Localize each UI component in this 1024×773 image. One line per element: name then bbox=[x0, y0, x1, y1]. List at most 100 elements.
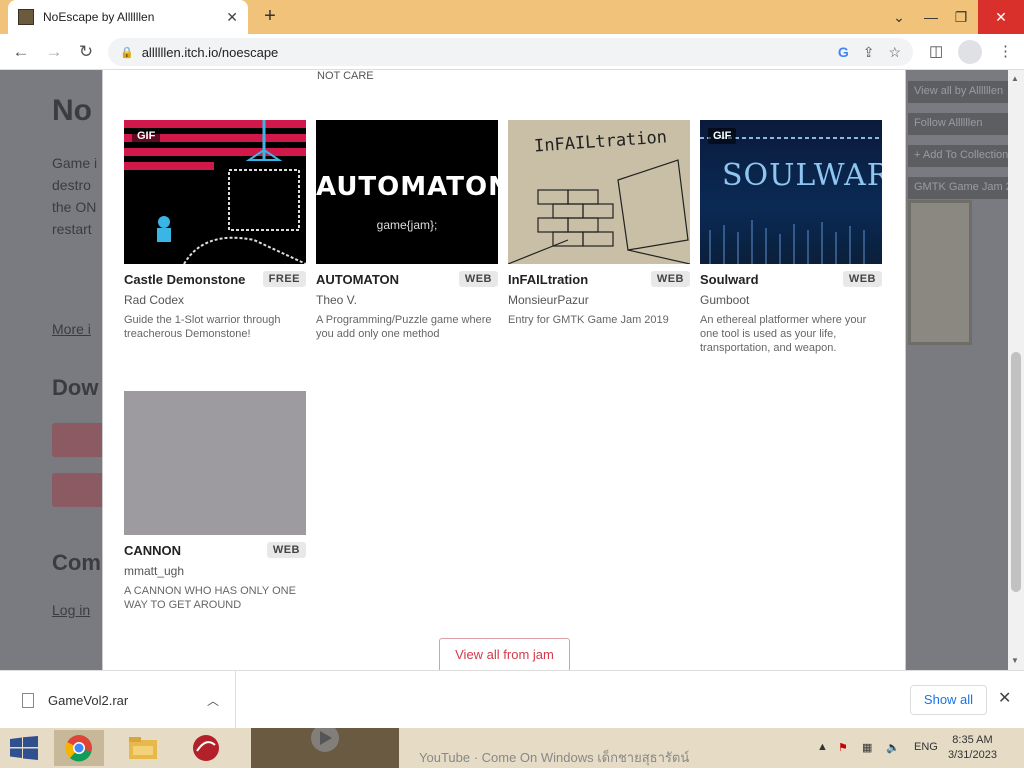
page-title-fragment: No bbox=[52, 94, 92, 127]
game-description: A CANNON WHO HAS ONLY ONE WAY TO GET ARO… bbox=[124, 585, 296, 611]
tray-expand-icon[interactable]: ▲ bbox=[817, 741, 828, 753]
tray-flag-icon[interactable]: ⚑ bbox=[838, 741, 848, 754]
tab-favicon-icon bbox=[18, 9, 34, 25]
close-download-bar-icon[interactable]: ✕ bbox=[998, 688, 1011, 708]
bookmark-star-icon[interactable]: ☆ bbox=[888, 44, 901, 61]
game-title[interactable]: InFAILtration bbox=[508, 272, 588, 287]
browser-toolbar: ← → ↻ 🔒 allllllen.itch.io/noescape G ⇪ ☆… bbox=[0, 34, 1024, 70]
app-red-taskbar-icon[interactable] bbox=[181, 730, 231, 766]
game-card[interactable]: CANNON WEB mmatt_ugh A CANNON WHO HAS ON… bbox=[124, 391, 306, 612]
game-author[interactable]: Rad Codex bbox=[124, 293, 306, 307]
game-title[interactable]: CANNON bbox=[124, 543, 181, 558]
download-button-dimmed bbox=[52, 423, 107, 457]
game-author[interactable]: MonsieurPazur bbox=[508, 293, 690, 307]
body-fragment: restart bbox=[52, 221, 92, 237]
file-icon bbox=[22, 692, 34, 708]
game-thumbnail[interactable] bbox=[124, 391, 306, 535]
gif-badge: GIF bbox=[132, 128, 161, 144]
file-explorer-taskbar-icon[interactable] bbox=[118, 730, 168, 766]
tray-volume-icon[interactable]: 🔈 bbox=[886, 741, 900, 754]
download-bar: GameVol2.rar ︿ Show all ✕ bbox=[0, 670, 1024, 729]
game-thumbnail[interactable]: SOULWARD GIF bbox=[700, 120, 882, 264]
profile-avatar[interactable] bbox=[958, 40, 982, 64]
gmtk-jam-logo: game{jam}; bbox=[376, 218, 438, 232]
soulward-logo: SOULWARD bbox=[722, 158, 882, 193]
previous-card-desc: NOT CARE bbox=[317, 70, 374, 82]
game-card[interactable]: GIF Castle Demonstone FREE Rad Codex Gui… bbox=[124, 120, 306, 341]
gif-badge: GIF bbox=[708, 128, 737, 144]
game-title[interactable]: Castle Demonstone bbox=[124, 272, 245, 287]
automaton-logo: AUTOMATON bbox=[316, 172, 498, 202]
game-author[interactable]: Theo V. bbox=[316, 293, 498, 307]
game-author[interactable]: Gumboot bbox=[700, 293, 882, 307]
game-author[interactable]: mmatt_ugh bbox=[124, 564, 306, 578]
google-icon[interactable]: G bbox=[838, 44, 849, 61]
reload-button[interactable]: ↻ bbox=[74, 40, 98, 64]
download-heading-fragment: Dow bbox=[52, 375, 99, 400]
tab-strip: NoEscape by Allllllen ✕ + ⌄ — ❐ ✕ bbox=[0, 0, 1024, 34]
restore-button[interactable]: ❐ bbox=[944, 0, 978, 34]
game-thumbnail[interactable]: AUTOMATON game{jam}; bbox=[316, 120, 498, 264]
game-title[interactable]: Soulward bbox=[700, 272, 759, 287]
add-to-collection-button: + Add To Collection bbox=[908, 145, 1008, 167]
windows-taskbar: YouTube · Come On Windows เด็กชายสุธารัต… bbox=[0, 724, 1024, 768]
platform-badge: WEB bbox=[458, 271, 498, 287]
game-thumbnail[interactable]: InFAILtration bbox=[508, 120, 690, 264]
view-all-from-jam-button[interactable]: View all from jam bbox=[439, 638, 570, 670]
game-description: An ethereal platformer where your one to… bbox=[700, 314, 867, 354]
game-description: Guide the 1-Slot warrior through treache… bbox=[124, 314, 281, 340]
tab-close-icon[interactable]: ✕ bbox=[226, 9, 238, 26]
game-card[interactable]: SOULWARD GIF Soulward WEB Gumboot An eth… bbox=[700, 120, 882, 355]
address-bar[interactable]: 🔒 allllllen.itch.io/noescape G ⇪ ☆ bbox=[108, 38, 913, 66]
clock-date: 3/31/2023 bbox=[948, 749, 997, 761]
game-title[interactable]: AUTOMATON bbox=[316, 272, 399, 287]
new-tab-button[interactable]: + bbox=[258, 5, 282, 28]
lock-icon: 🔒 bbox=[120, 46, 134, 59]
body-fragment: Game i bbox=[52, 155, 98, 171]
menu-kebab-icon[interactable]: ⋮ bbox=[998, 42, 1013, 60]
scroll-down-arrow-icon[interactable]: ▼ bbox=[1011, 656, 1019, 665]
minimize-button[interactable]: — bbox=[914, 0, 948, 34]
forward-button[interactable]: → bbox=[42, 40, 66, 64]
download-button-dimmed bbox=[52, 473, 107, 507]
windows-start-icon[interactable] bbox=[10, 736, 38, 760]
window-close-button[interactable]: ✕ bbox=[978, 0, 1024, 34]
view-all-by-author-button: View all by Allllllen bbox=[908, 81, 1008, 103]
page-scrollbar[interactable]: ▲ ▼ bbox=[1008, 70, 1024, 670]
game-card[interactable]: AUTOMATON game{jam}; AUTOMATON WEB Theo … bbox=[316, 120, 498, 341]
system-clock[interactable]: 8:35 AM 3/31/2023 bbox=[948, 733, 997, 763]
game-thumbnail[interactable]: GIF bbox=[124, 120, 306, 264]
chrome-taskbar-icon[interactable] bbox=[54, 730, 104, 766]
price-badge: FREE bbox=[262, 271, 306, 287]
game-description: A Programming/Puzzle game where you add … bbox=[316, 314, 492, 340]
chevron-up-icon[interactable]: ︿ bbox=[207, 692, 219, 709]
body-fragment: the ON bbox=[52, 199, 97, 215]
side-panel-icon[interactable]: ◫ bbox=[929, 42, 943, 60]
tab-search-chevron-icon[interactable]: ⌄ bbox=[882, 0, 916, 34]
platform-badge: WEB bbox=[650, 271, 690, 287]
tab-noescape[interactable]: NoEscape by Allllllen ✕ bbox=[8, 0, 248, 34]
url-text: allllllen.itch.io/noescape bbox=[141, 44, 279, 60]
jam-games-modal: NOT CARE GIF Castle Demonstone FREE Rad … bbox=[102, 70, 906, 670]
sidebar-screenshot bbox=[908, 200, 972, 345]
login-link: Log in bbox=[52, 602, 91, 618]
clock-time: 8:35 AM bbox=[952, 734, 993, 746]
scroll-up-arrow-icon[interactable]: ▲ bbox=[1011, 74, 1019, 83]
game-description: Entry for GMTK Game Jam 2019 bbox=[508, 314, 669, 326]
tab-title: NoEscape by Allllllen bbox=[43, 10, 155, 24]
download-item[interactable]: GameVol2.rar ︿ bbox=[0, 671, 236, 729]
youtube-window-title[interactable]: YouTube · Come On Windows เด็กชายสุธารัต… bbox=[419, 747, 689, 768]
platform-badge: WEB bbox=[842, 271, 882, 287]
language-indicator[interactable]: ENG bbox=[914, 741, 938, 753]
back-button[interactable]: ← bbox=[9, 40, 33, 64]
comments-heading-fragment: Com bbox=[52, 550, 101, 575]
youtube-video-thumbnail[interactable] bbox=[251, 724, 399, 768]
tray-network-icon[interactable]: ▦ bbox=[862, 741, 872, 754]
game-card[interactable]: InFAILtration InFAILtration WEB Monsieur… bbox=[508, 120, 690, 327]
scroll-thumb[interactable] bbox=[1011, 352, 1021, 592]
share-icon[interactable]: ⇪ bbox=[863, 44, 875, 61]
page-background-overlay: No Game i destro the ON restart More i D… bbox=[0, 70, 1008, 670]
follow-author-button: Follow Allllllen bbox=[908, 113, 1008, 135]
jam-link: GMTK Game Jam 2019 bbox=[908, 177, 1008, 199]
show-all-downloads-button[interactable]: Show all bbox=[910, 685, 987, 715]
